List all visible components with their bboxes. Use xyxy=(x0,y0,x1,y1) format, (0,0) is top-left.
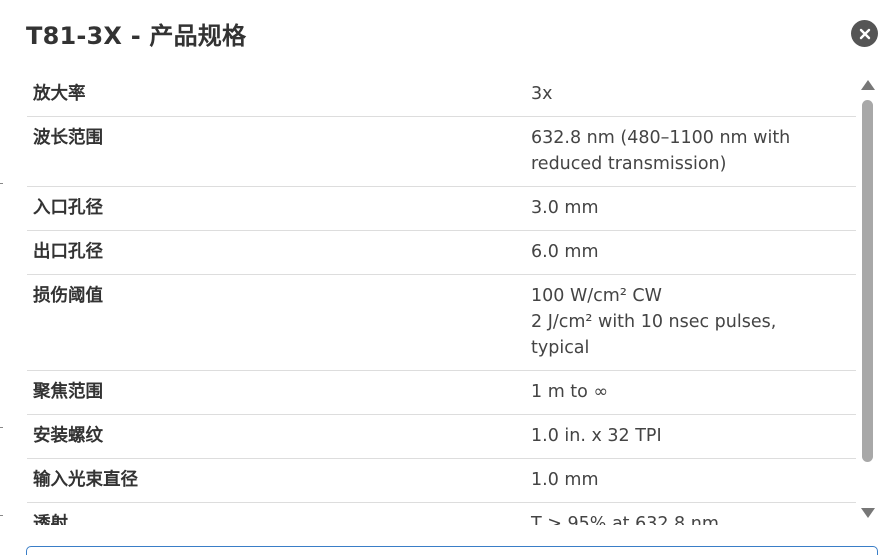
spec-value: 1.0 mm xyxy=(525,458,856,503)
close-icon xyxy=(859,28,871,40)
scrollbar[interactable] xyxy=(858,78,878,520)
bottom-panel xyxy=(26,546,878,555)
spec-value: 3.0 mm xyxy=(525,186,856,231)
spec-key: 出口孔径 xyxy=(27,230,525,275)
spec-row: 安装螺纹 1.0 in. x 32 TPI xyxy=(27,414,856,459)
spec-value-line: T > 95% at 632.8 nm xyxy=(531,514,719,525)
spec-row: 放大率 3x xyxy=(27,73,856,117)
spec-row: 透射 T > 95% at 632.8 nm xyxy=(27,502,856,525)
spec-value: 6.0 mm xyxy=(525,230,856,275)
scrollbar-thumb[interactable] xyxy=(862,100,873,462)
spec-value: T > 95% at 632.8 nm xyxy=(525,502,856,525)
spec-row: 入口孔径 3.0 mm xyxy=(27,186,856,231)
spec-key: 安装螺纹 xyxy=(27,414,525,459)
spec-value: 1 m to ∞ xyxy=(525,370,856,415)
spec-key: 聚焦范围 xyxy=(27,370,525,415)
spec-value-line: 1 m to ∞ xyxy=(531,382,609,402)
spec-key: 波长范围 xyxy=(27,116,525,187)
modal-title: T81-3X - 产品规格 xyxy=(26,22,247,50)
spec-key: 损伤阈值 xyxy=(27,274,525,371)
spec-value-line: 632.8 nm (480–1100 nm with xyxy=(531,128,791,148)
close-button[interactable] xyxy=(851,20,878,47)
spec-value-line: 3.0 mm xyxy=(531,198,599,218)
background-edge-mark xyxy=(0,427,3,428)
scroll-up-arrow-icon[interactable] xyxy=(861,80,875,90)
spec-value-line: 3x xyxy=(531,84,553,104)
spec-value-line: 1.0 mm xyxy=(531,470,599,490)
spec-modal: T81-3X - 产品规格 放大率 3x 波长范围 632.8 nm (480–110… xyxy=(0,0,886,555)
spec-row: 出口孔径 6.0 mm xyxy=(27,230,856,275)
spec-row: 聚焦范围 1 m to ∞ xyxy=(27,370,856,415)
spec-value-line: typical xyxy=(531,338,590,358)
spec-value: 1.0 in. x 32 TPI xyxy=(525,414,856,459)
spec-value-line: 2 J/cm² with 10 nsec pulses, xyxy=(531,312,777,332)
spec-key: 入口孔径 xyxy=(27,186,525,231)
scroll-down-arrow-icon[interactable] xyxy=(861,508,875,518)
spec-key: 透射 xyxy=(27,502,525,525)
spec-key: 输入光束直径 xyxy=(27,458,525,503)
background-edge-mark xyxy=(0,183,3,184)
spec-row: 输入光束直径 1.0 mm xyxy=(27,458,856,503)
spec-table: 放大率 3x 波长范围 632.8 nm (480–1100 nm with reduc… xyxy=(27,73,856,525)
spec-key: 放大率 xyxy=(27,73,525,117)
spec-row: 损伤阈值 100 W/cm² CW 2 J/cm² with 10 nsec pul… xyxy=(27,274,856,371)
spec-value: 100 W/cm² CW 2 J/cm² with 10 nsec pulses,… xyxy=(525,274,856,371)
spec-value-line: 100 W/cm² CW xyxy=(531,286,662,306)
spec-value-line: 6.0 mm xyxy=(531,242,599,262)
spec-value: 3x xyxy=(525,73,856,117)
spec-value-line: reduced transmission) xyxy=(531,154,727,174)
spec-row: 波长范围 632.8 nm (480–1100 nm with reduced tr… xyxy=(27,116,856,187)
background-edge-mark xyxy=(0,515,3,516)
spec-scroll-area[interactable]: 放大率 3x 波长范围 632.8 nm (480–1100 nm with reduc… xyxy=(27,73,857,525)
spec-value-line: 1.0 in. x 32 TPI xyxy=(531,426,662,446)
spec-value: 632.8 nm (480–1100 nm with reduced transm… xyxy=(525,116,856,187)
